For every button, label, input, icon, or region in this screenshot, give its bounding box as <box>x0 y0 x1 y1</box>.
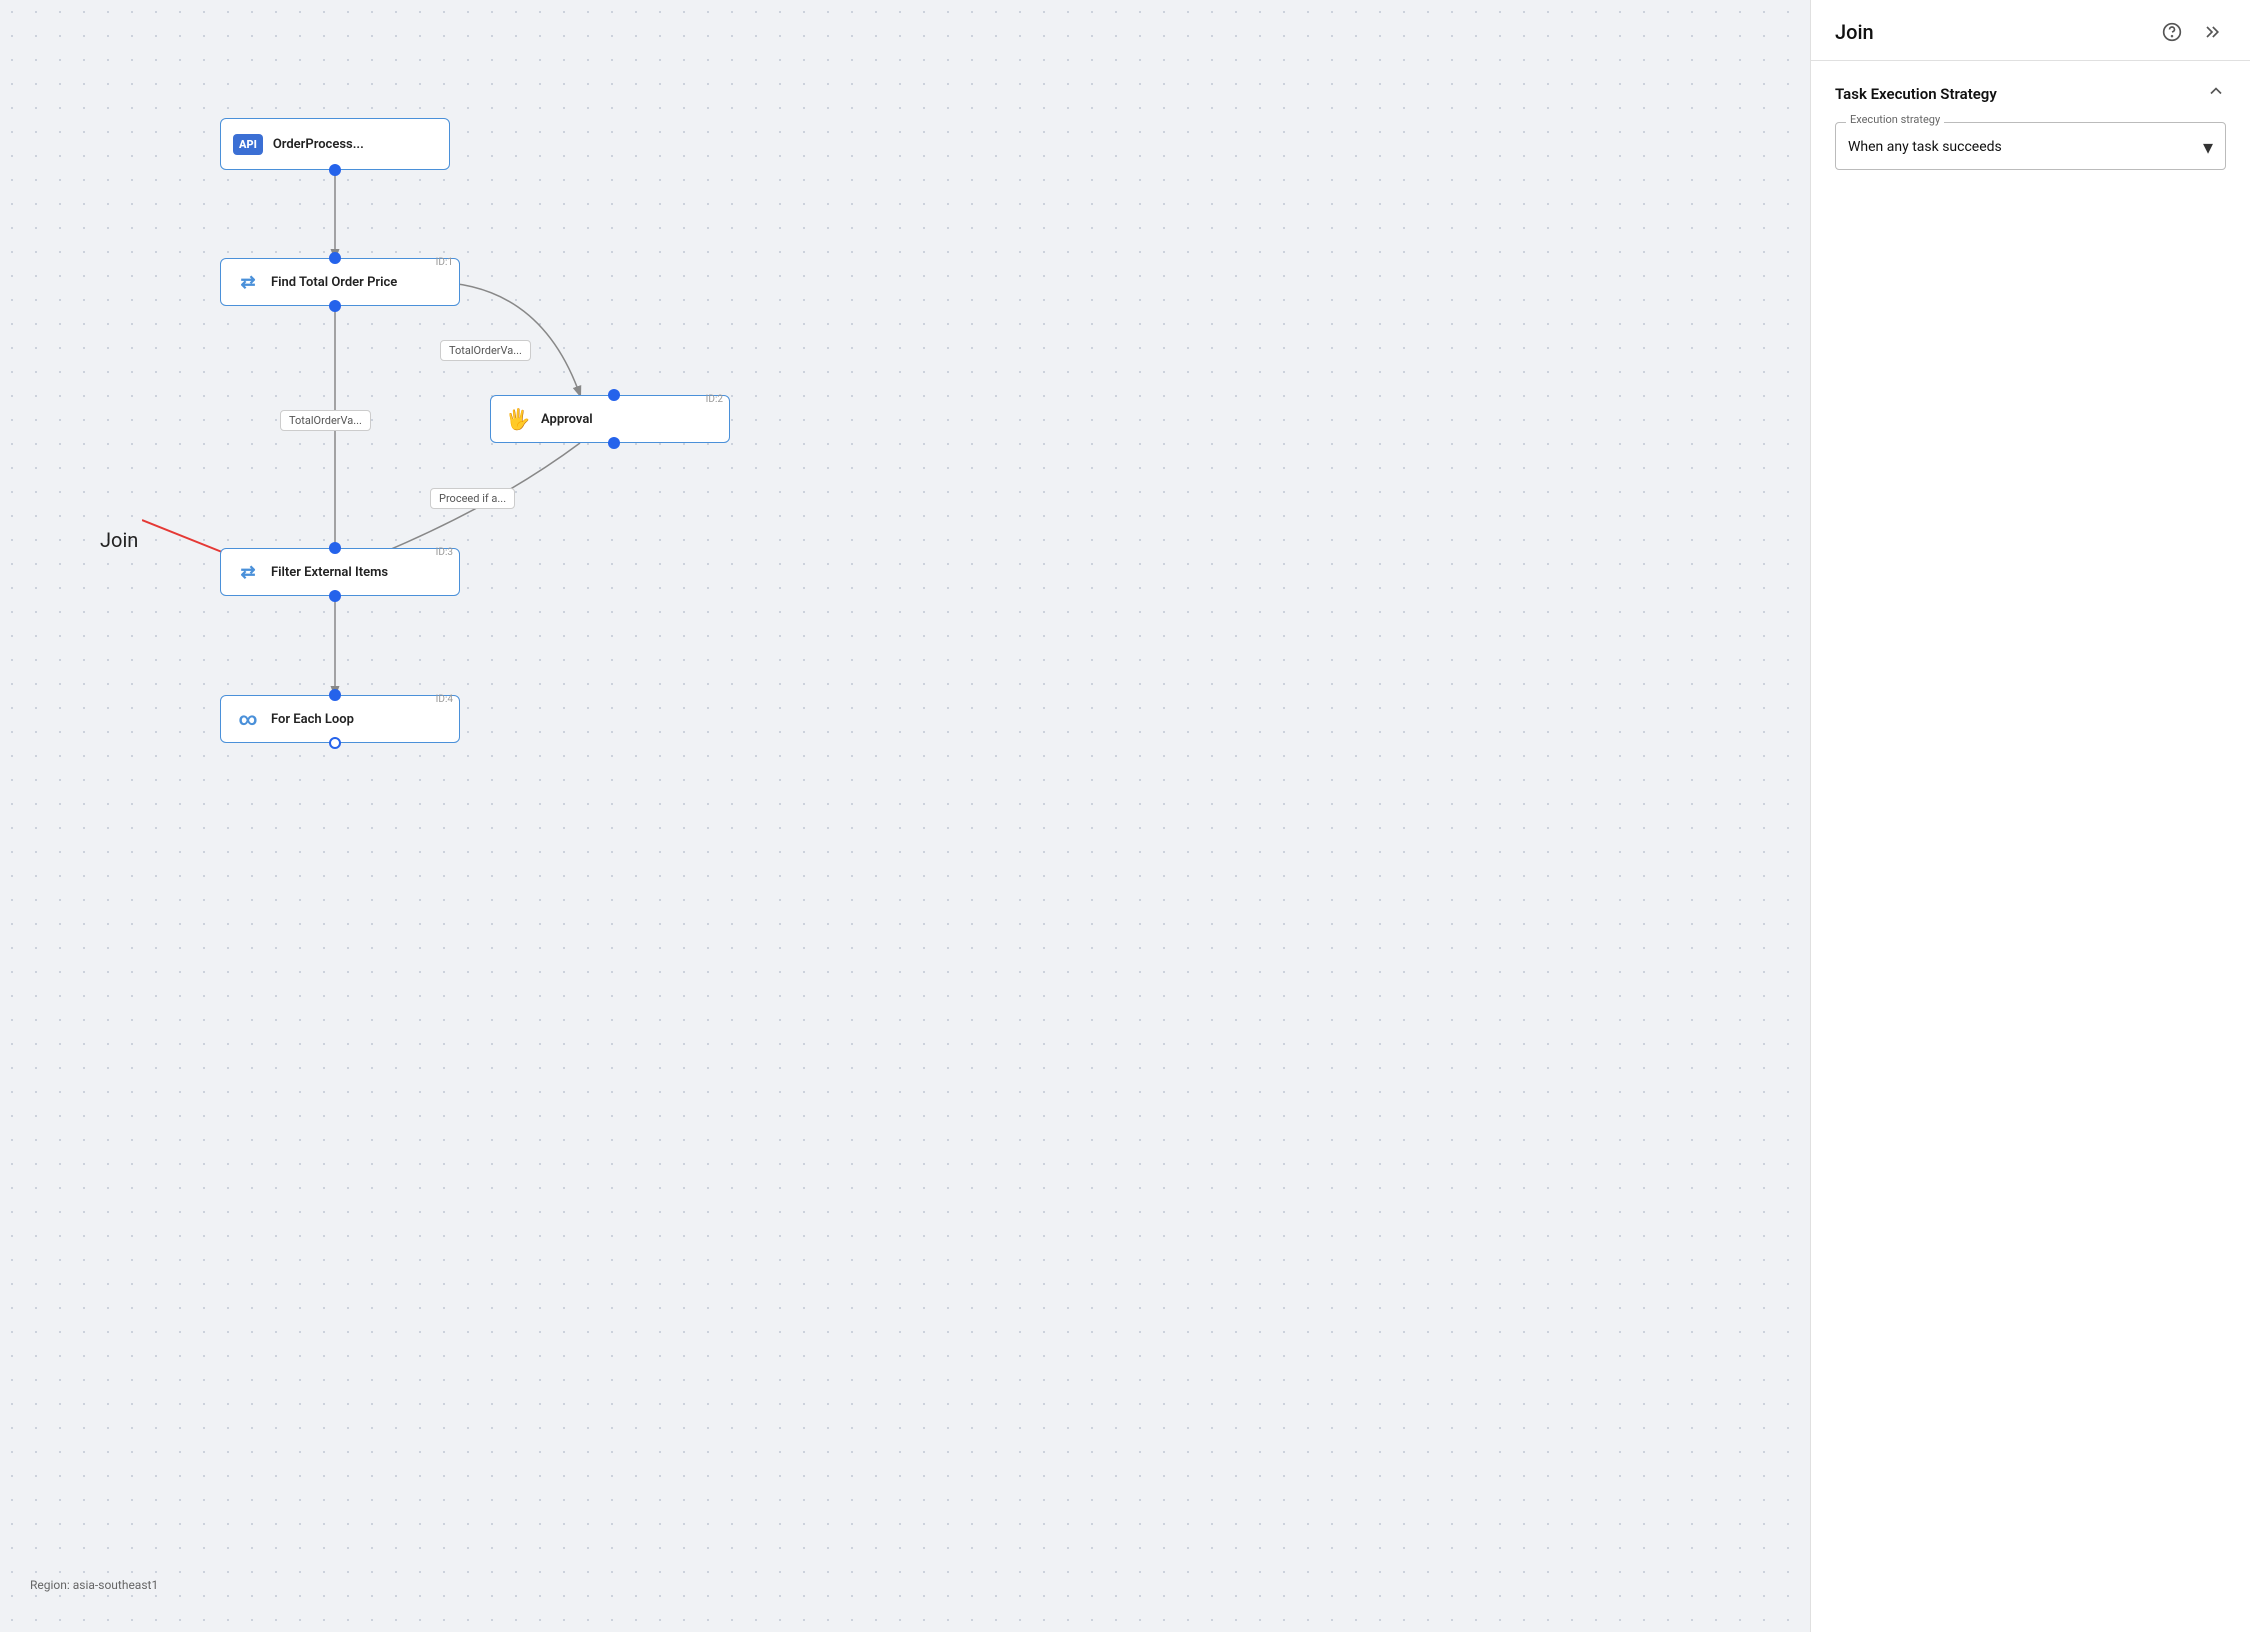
edge-label-2: TotalOrderVa... <box>280 410 371 431</box>
collapse-panel-button[interactable] <box>2198 18 2226 46</box>
edge-label-3: Proceed if a... <box>430 488 515 509</box>
panel-header-icons <box>2158 18 2226 46</box>
dropdown-icon: ▾ <box>2203 135 2213 159</box>
node1-output-dot <box>329 300 341 312</box>
section-title: Task Execution Strategy <box>1835 85 1997 103</box>
edge-label-1: TotalOrderVa... <box>440 340 531 361</box>
execution-strategy-value: When any task succeeds <box>1848 139 2002 155</box>
right-panel: Join Task Execution Strategy <box>1810 0 2250 1632</box>
node4-input-dot <box>329 689 341 701</box>
node3-label: Filter External Items <box>271 565 388 580</box>
start-node[interactable]: API OrderProcess... <box>220 118 450 170</box>
node2-input-dot <box>608 389 620 401</box>
node3-output-dot <box>329 590 341 602</box>
panel-title: Join <box>1835 20 1874 44</box>
node4-id: ID:4 <box>436 694 453 705</box>
node2-id: ID:2 <box>706 394 723 405</box>
flow-arrows <box>0 0 1810 1632</box>
execution-strategy-field[interactable]: Execution strategy When any task succeed… <box>1835 122 2226 170</box>
section-collapse-icon[interactable] <box>2206 81 2226 106</box>
flow-canvas[interactable]: Join API OrderProcess... ID:1 ⇄ Find Tot… <box>0 0 1810 1632</box>
execution-strategy-select[interactable]: When any task succeeds ▾ <box>1848 129 2213 161</box>
node3-input-dot <box>329 542 341 554</box>
start-node-label: OrderProcess... <box>273 137 364 152</box>
node1-icon: ⇄ <box>233 267 263 297</box>
node3-icon: ⇄ <box>233 557 263 587</box>
node4-output-dot <box>329 737 341 749</box>
node4-icon: ∞ <box>233 704 263 734</box>
region-label: Region: asia-southeast1 <box>30 1578 158 1592</box>
start-node-output-dot <box>329 164 341 176</box>
api-badge: API <box>233 134 263 155</box>
panel-section-strategy: Task Execution Strategy Execution strate… <box>1811 61 2250 190</box>
node2-label: Approval <box>541 412 593 427</box>
node1-label: Find Total Order Price <box>271 275 397 290</box>
execution-strategy-label: Execution strategy <box>1846 113 1944 126</box>
section-header: Task Execution Strategy <box>1835 81 2226 106</box>
node-loop[interactable]: ID:4 ∞ For Each Loop <box>220 695 460 743</box>
node-find-total[interactable]: ID:1 ⇄ Find Total Order Price <box>220 258 460 306</box>
node2-output-dot <box>608 437 620 449</box>
node4-label: For Each Loop <box>271 712 354 727</box>
node1-input-dot <box>329 252 341 264</box>
node-filter[interactable]: ID:3 ⇄ Filter External Items <box>220 548 460 596</box>
join-label: Join <box>100 528 138 552</box>
node1-id: ID:1 <box>436 257 453 268</box>
node-approval[interactable]: ID:2 🖐 Approval <box>490 395 730 443</box>
help-icon-button[interactable] <box>2158 18 2186 46</box>
panel-header: Join <box>1811 0 2250 61</box>
node2-icon: 🖐 <box>503 404 533 434</box>
node3-id: ID:3 <box>436 547 453 558</box>
